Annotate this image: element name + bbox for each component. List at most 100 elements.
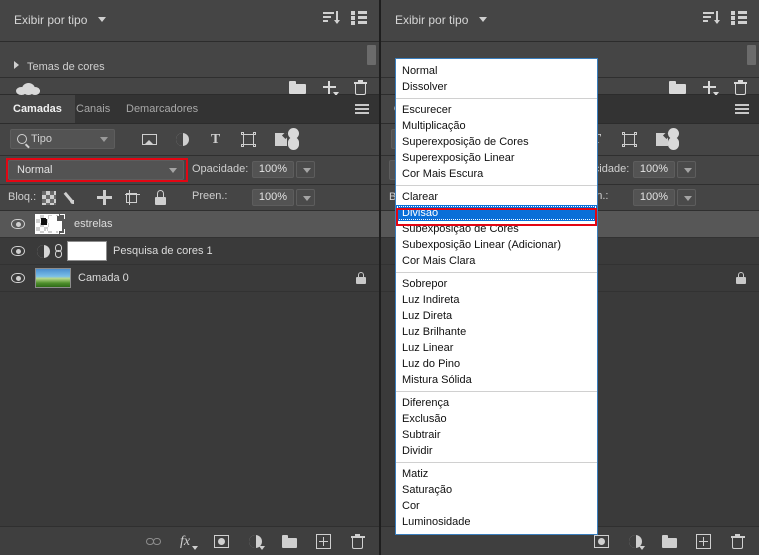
menu-item[interactable]: Superexposição Linear — [396, 150, 597, 166]
filter-adjustment-icon[interactable] — [175, 132, 190, 147]
new-layer-icon[interactable] — [316, 534, 331, 549]
blend-mode-select[interactable]: Normal — [8, 160, 184, 180]
menu-item[interactable]: Luminosidade — [396, 514, 597, 530]
delete-layer-icon[interactable] — [730, 534, 745, 549]
layer-locked-icon — [355, 272, 367, 284]
filter-shape-icon[interactable] — [622, 132, 637, 147]
color-themes-group-left[interactable]: Temas de cores — [14, 61, 105, 73]
menu-item[interactable]: Luz Brilhante — [396, 324, 597, 340]
sort-icon[interactable] — [323, 11, 340, 26]
list-view-icon[interactable] — [731, 11, 747, 25]
opacity-field[interactable]: 100% — [633, 161, 675, 178]
menu-item[interactable]: Multiplicação — [396, 118, 597, 134]
link-mask-icon[interactable] — [54, 244, 63, 258]
filter-smartobject-icon[interactable] — [274, 131, 290, 147]
menu-item[interactable]: Cor Mais Clara — [396, 253, 597, 269]
menu-item[interactable]: Escurecer — [396, 102, 597, 118]
menu-item[interactable]: Luz do Pino — [396, 356, 597, 372]
sort-icon[interactable] — [703, 11, 720, 26]
lock-transparency-icon[interactable] — [42, 190, 56, 205]
visibility-toggle-icon[interactable] — [11, 246, 25, 256]
layer-thumbnail[interactable] — [35, 268, 71, 288]
add-icon[interactable] — [323, 80, 339, 96]
lock-image-icon[interactable] — [63, 190, 84, 205]
opacity-stepper[interactable] — [296, 161, 315, 178]
dropdown-scroll-down[interactable] — [396, 530, 597, 534]
view-by-type-dropdown-left[interactable]: Exibir por tipo — [14, 13, 106, 27]
filter-toggle-switch[interactable] — [288, 128, 299, 150]
menu-item[interactable]: Clarear — [396, 189, 597, 205]
menu-item[interactable]: Subexposição Linear (Adicionar) — [396, 237, 597, 253]
menu-item[interactable]: Dissolver — [396, 79, 597, 95]
fill-stepper[interactable] — [677, 189, 696, 206]
visibility-toggle-icon[interactable] — [11, 219, 25, 229]
libraries-scrollbar[interactable] — [747, 45, 756, 65]
add-mask-icon[interactable] — [594, 534, 609, 549]
blend-mode-value: Normal — [17, 164, 53, 176]
lock-all-icon[interactable] — [153, 190, 168, 205]
delete-layer-icon[interactable] — [350, 534, 365, 549]
filter-pixel-icon[interactable] — [142, 132, 157, 147]
lock-label: Bloq.: — [8, 191, 37, 203]
table-row[interactable]: Camada 0 — [0, 265, 379, 292]
fill-stepper[interactable] — [296, 189, 315, 206]
new-group-icon[interactable] — [669, 81, 686, 94]
menu-item[interactable]: Superexposição de Cores — [396, 134, 597, 150]
visibility-toggle-icon[interactable] — [11, 273, 25, 283]
menu-item[interactable]: Luz Linear — [396, 340, 597, 356]
layer-mask-thumbnail[interactable] — [67, 241, 107, 261]
menu-item[interactable]: Subtrair — [396, 427, 597, 443]
filter-type-icon[interactable]: T — [208, 132, 223, 147]
delete-icon[interactable] — [354, 80, 367, 95]
filter-toggle-switch[interactable] — [668, 128, 679, 150]
opacity-field[interactable]: 100% — [252, 161, 294, 178]
lock-artboard-icon[interactable] — [125, 190, 140, 205]
menu-item[interactable]: Dividir — [396, 443, 597, 459]
new-group-icon[interactable] — [662, 534, 677, 549]
panel-menu-icon[interactable] — [355, 104, 369, 114]
menu-item[interactable]: Sobrepor — [396, 276, 597, 292]
delete-icon[interactable] — [734, 80, 747, 95]
new-group-icon[interactable] — [282, 534, 297, 549]
adjustment-layer-icon[interactable] — [628, 534, 645, 550]
menu-item[interactable]: Divisão — [396, 205, 597, 221]
menu-item[interactable]: Luz Direta — [396, 308, 597, 324]
smart-object-badge — [43, 214, 65, 234]
add-icon[interactable] — [703, 80, 719, 96]
panel-tabs-left: Camadas Canais Demarcadores — [0, 95, 379, 124]
fill-field[interactable]: 100% — [252, 189, 294, 206]
menu-item[interactable]: Cor Mais Escura — [396, 166, 597, 182]
layer-styles-fx-icon[interactable]: fx — [180, 534, 198, 550]
layer-name: estrelas — [74, 218, 113, 230]
tab-demarcadores[interactable]: Demarcadores — [113, 95, 211, 123]
link-layers-icon[interactable] — [146, 534, 161, 549]
menu-item[interactable]: Normal — [396, 63, 597, 79]
adjustment-layer-icon[interactable] — [37, 245, 50, 258]
menu-item[interactable]: Cor — [396, 498, 597, 514]
table-row[interactable]: estrelas — [0, 211, 379, 238]
opacity-stepper[interactable] — [677, 161, 696, 178]
menu-item[interactable]: Subexposição de Cores — [396, 221, 597, 237]
menu-item[interactable]: Diferença — [396, 395, 597, 411]
menu-item[interactable]: Matiz — [396, 466, 597, 482]
adjustment-layer-icon[interactable] — [248, 534, 265, 550]
lock-position-icon[interactable] — [97, 190, 112, 205]
add-mask-icon[interactable] — [214, 534, 229, 549]
dropdown-separator — [396, 391, 597, 392]
filter-kind-select[interactable]: Tipo — [10, 129, 115, 149]
list-view-icon[interactable] — [351, 11, 367, 25]
menu-item[interactable]: Mistura Sólida — [396, 372, 597, 388]
menu-item[interactable]: Saturação — [396, 482, 597, 498]
menu-item[interactable]: Exclusão — [396, 411, 597, 427]
new-group-icon[interactable] — [289, 81, 306, 94]
filter-shape-icon[interactable] — [241, 132, 256, 147]
menu-item[interactable]: Luz Indireta — [396, 292, 597, 308]
libraries-scrollbar[interactable] — [367, 45, 376, 65]
fill-field[interactable]: 100% — [633, 189, 675, 206]
blend-mode-dropdown-menu[interactable]: Normal Dissolver Escurecer Multiplicação Sup… — [395, 58, 598, 535]
new-layer-icon[interactable] — [696, 534, 711, 549]
table-row[interactable]: Pesquisa de cores 1 — [0, 238, 379, 265]
panel-menu-icon[interactable] — [735, 104, 749, 114]
view-by-type-dropdown-right[interactable]: Exibir por tipo — [395, 13, 487, 27]
view-by-type-label: Exibir por tipo — [395, 13, 469, 27]
